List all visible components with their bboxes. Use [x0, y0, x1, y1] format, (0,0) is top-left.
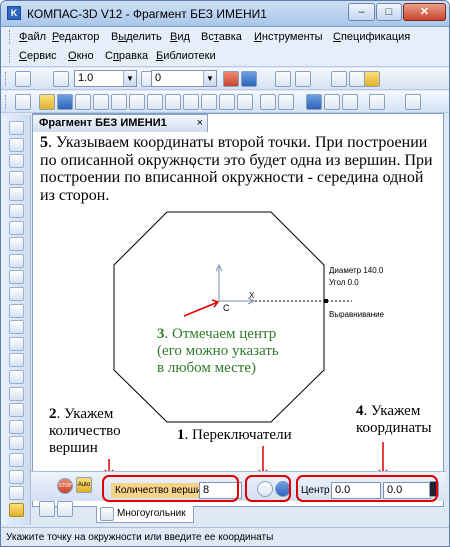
pin-icon[interactable]	[37, 477, 53, 493]
polygon-tab-label: Многоугольник	[117, 508, 186, 519]
highlight-vertex	[102, 475, 239, 502]
highlight-center	[296, 475, 438, 502]
help-icon[interactable]	[57, 501, 73, 517]
highlight-switches	[245, 475, 291, 502]
status-bar: Укажите точку на окружности или введите …	[1, 527, 449, 546]
app-window: K КОМПАС-3D V12 - Фрагмент БЕЗ ИМЕНИ1 – …	[0, 0, 450, 547]
callout-arrows	[104, 442, 388, 478]
auto-button[interactable]: Auto	[76, 477, 92, 493]
stop-button[interactable]: STOP	[57, 478, 73, 494]
camera-icon[interactable]	[39, 501, 55, 517]
polygon-icon	[100, 507, 114, 521]
